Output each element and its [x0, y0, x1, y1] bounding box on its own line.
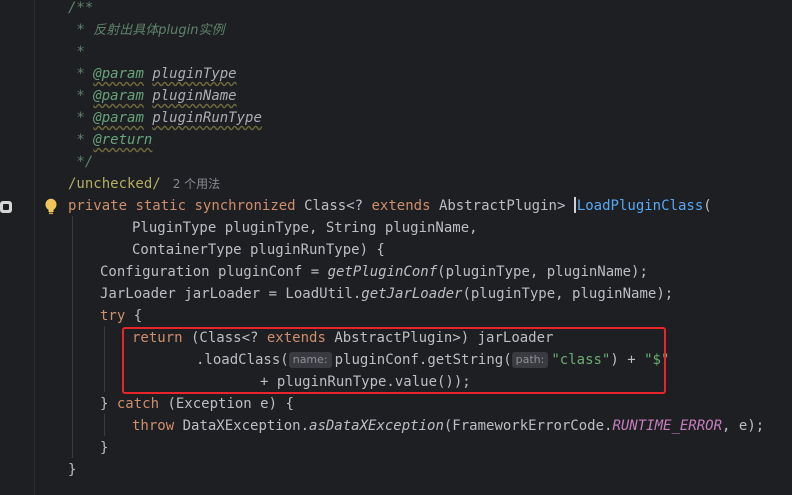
doc-comment-param: * @param pluginType — [68, 66, 237, 82]
doc-comment-param: * @param pluginName — [68, 88, 237, 104]
code-line[interactable]: } catch (Exception e) { — [100, 393, 294, 415]
lightbulb-icon[interactable] — [44, 198, 58, 216]
doc-comment-param: * @param pluginRunType — [68, 110, 262, 126]
annotation-line: /unchecked/2 个用法 — [68, 173, 220, 195]
code-line[interactable]: try { — [100, 305, 142, 327]
method-signature[interactable]: private static synchronized Class<? exte… — [68, 195, 712, 217]
annotation[interactable]: /unchecked/ — [68, 176, 161, 192]
doc-comment-open: /** — [68, 0, 94, 16]
text-caret — [573, 197, 576, 213]
highlight-box — [122, 327, 666, 394]
doc-comment-close: */ — [68, 154, 94, 170]
code-line[interactable]: JarLoader jarLoader = LoadUtil.getJarLoa… — [100, 283, 673, 305]
indent-guide — [104, 414, 105, 436]
indent-guide — [104, 326, 105, 392]
code-line[interactable]: } — [68, 459, 76, 481]
code-line[interactable]: Configuration pluginConf = getPluginConf… — [100, 261, 648, 283]
doc-comment-description: * 反射出具体plugin实例 — [68, 22, 225, 38]
code-line[interactable]: throw DataXException.asDataXException(Fr… — [132, 415, 764, 437]
gutter[interactable] — [0, 0, 35, 495]
code-line[interactable]: PluginType pluginType, String pluginName… — [132, 217, 478, 239]
code-line[interactable]: ContainerType pluginRunType) { — [132, 239, 385, 261]
doc-comment-blank: * — [68, 44, 85, 60]
doc-comment-return: * @return — [68, 132, 153, 148]
breakpoint-icon[interactable] — [0, 201, 12, 213]
usages-hint[interactable]: 2 个用法 — [173, 177, 220, 191]
method-name[interactable]: LoadPluginClass — [577, 198, 703, 214]
code-editor[interactable]: /** * 反射出具体plugin实例 * * @param pluginTyp… — [0, 0, 792, 495]
indent-guide — [72, 216, 73, 458]
code-line[interactable]: } — [100, 437, 108, 459]
